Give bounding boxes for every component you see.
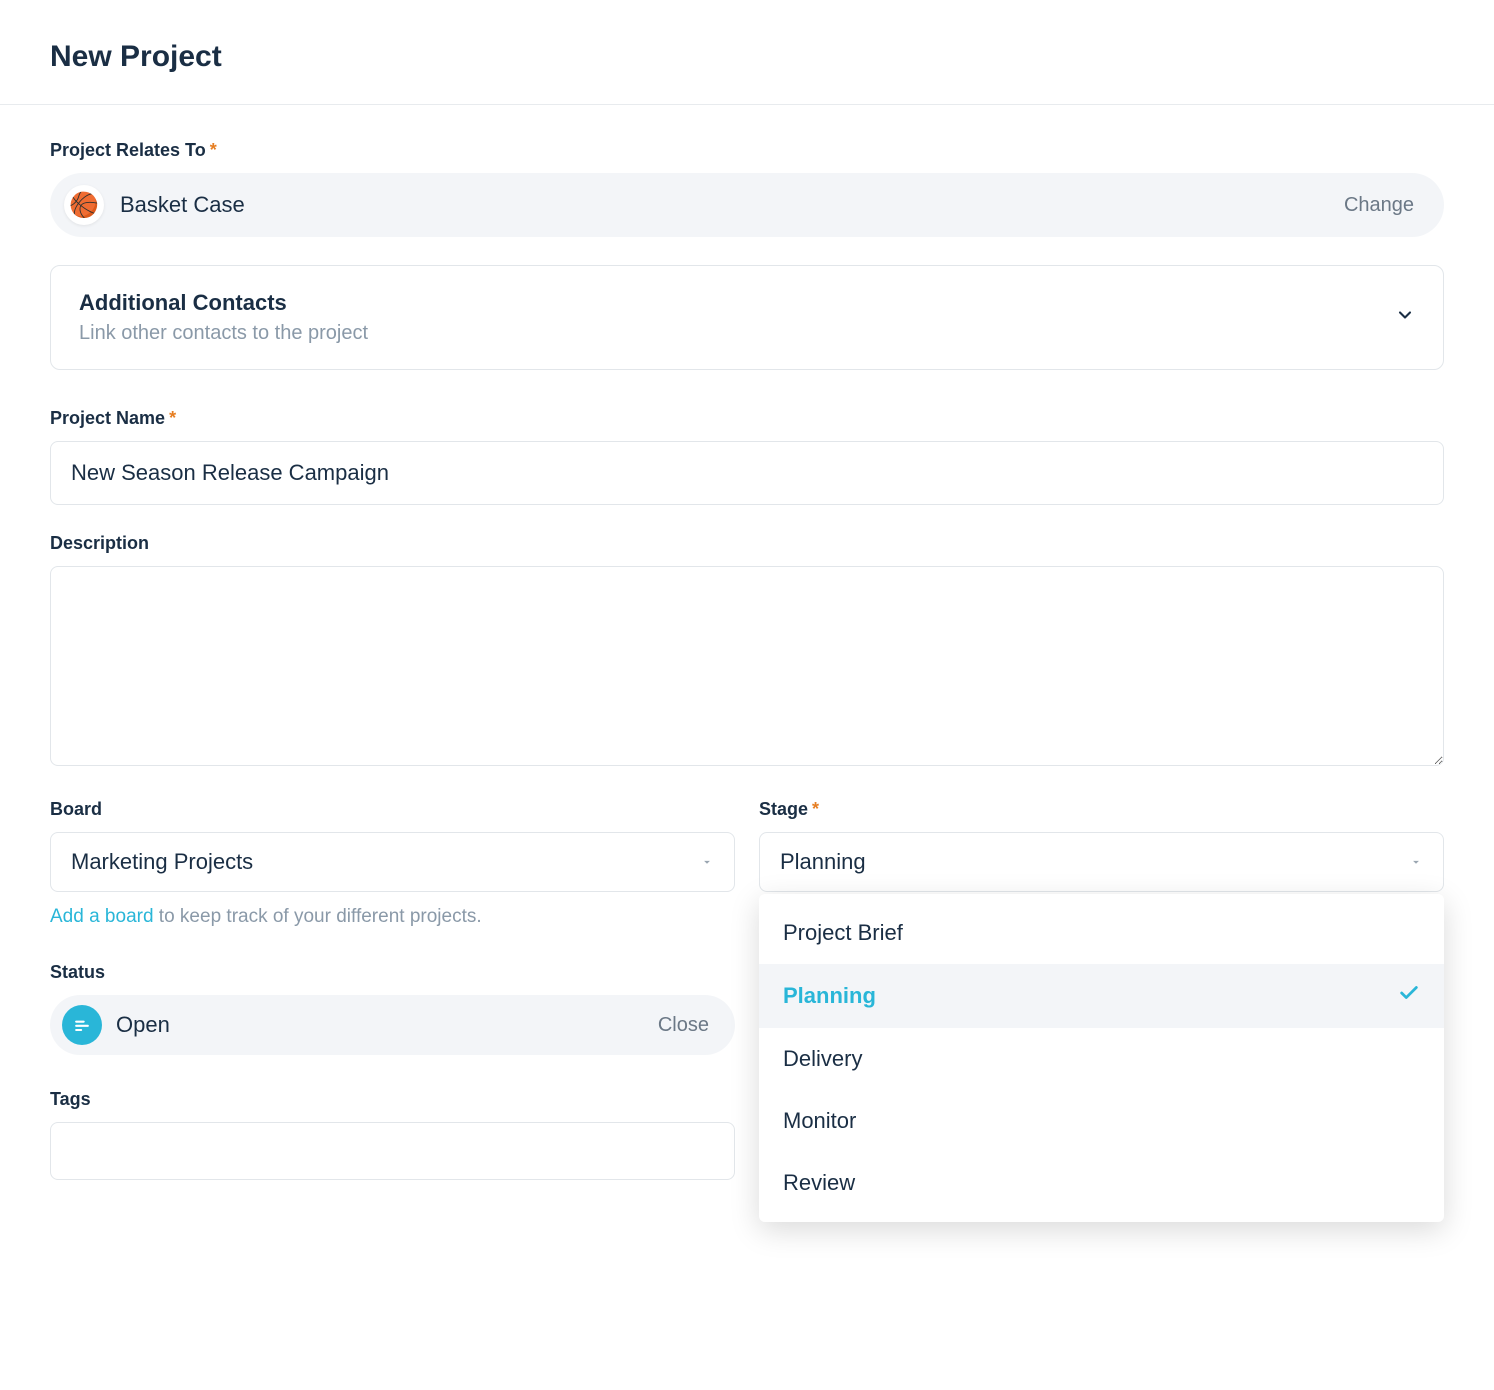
required-indicator: *	[169, 408, 176, 428]
basketball-icon: 🏀	[64, 185, 104, 225]
relates-name: Basket Case	[120, 192, 245, 218]
chevron-down-icon	[1395, 305, 1415, 330]
status-label: Status	[50, 962, 735, 983]
tags-field: Tags	[50, 1089, 735, 1180]
status-value: Open	[116, 1012, 170, 1038]
close-button[interactable]: Close	[658, 1014, 709, 1037]
change-button[interactable]: Change	[1344, 194, 1414, 217]
relates-label: Project Relates To*	[50, 140, 1444, 161]
caret-down-icon	[1409, 849, 1423, 875]
status-open-icon	[62, 1005, 102, 1045]
stage-option[interactable]: Project Brief	[759, 902, 1444, 964]
additional-title: Additional Contacts	[79, 290, 368, 316]
board-select[interactable]: Marketing Projects	[50, 832, 735, 892]
project-name-input[interactable]	[50, 441, 1444, 505]
stage-option[interactable]: Review	[759, 1152, 1444, 1214]
board-field: Board Marketing Projects Add a board to …	[50, 799, 735, 928]
tags-input[interactable]	[50, 1122, 735, 1180]
required-indicator: *	[210, 140, 217, 160]
stage-field: Stage* Planning Project BriefPlanningDel…	[759, 799, 1444, 892]
description-textarea[interactable]	[50, 566, 1444, 766]
board-label: Board	[50, 799, 735, 820]
page-title: New Project	[50, 40, 1444, 74]
check-icon	[1398, 982, 1420, 1010]
stage-selected: Planning	[780, 849, 866, 875]
tags-label: Tags	[50, 1089, 735, 1110]
project-name-label: Project Name*	[50, 408, 1444, 429]
description-label: Description	[50, 533, 1444, 554]
status-pill: Open Close	[50, 995, 735, 1055]
board-selected: Marketing Projects	[71, 849, 253, 875]
stage-select[interactable]: Planning	[759, 832, 1444, 892]
description-field: Description	[50, 533, 1444, 771]
stage-option[interactable]: Delivery	[759, 1028, 1444, 1090]
add-board-link[interactable]: Add a board	[50, 906, 154, 927]
stage-option[interactable]: Planning	[759, 964, 1444, 1028]
stage-option[interactable]: Monitor	[759, 1090, 1444, 1152]
required-indicator: *	[812, 799, 819, 819]
additional-contacts-card[interactable]: Additional Contacts Link other contacts …	[50, 265, 1444, 370]
stage-label: Stage*	[759, 799, 1444, 820]
relates-field: Project Relates To* 🏀 Basket Case Change	[50, 140, 1444, 237]
additional-subtitle: Link other contacts to the project	[79, 322, 368, 345]
page-header: New Project	[0, 0, 1494, 105]
status-field: Status Open Close	[50, 962, 735, 1055]
project-name-field: Project Name*	[50, 408, 1444, 505]
caret-down-icon	[700, 849, 714, 875]
stage-dropdown: Project BriefPlanningDeliveryMonitorRevi…	[759, 894, 1444, 1222]
relates-pill: 🏀 Basket Case Change	[50, 173, 1444, 237]
board-helper: Add a board to keep track of your differ…	[50, 906, 735, 928]
